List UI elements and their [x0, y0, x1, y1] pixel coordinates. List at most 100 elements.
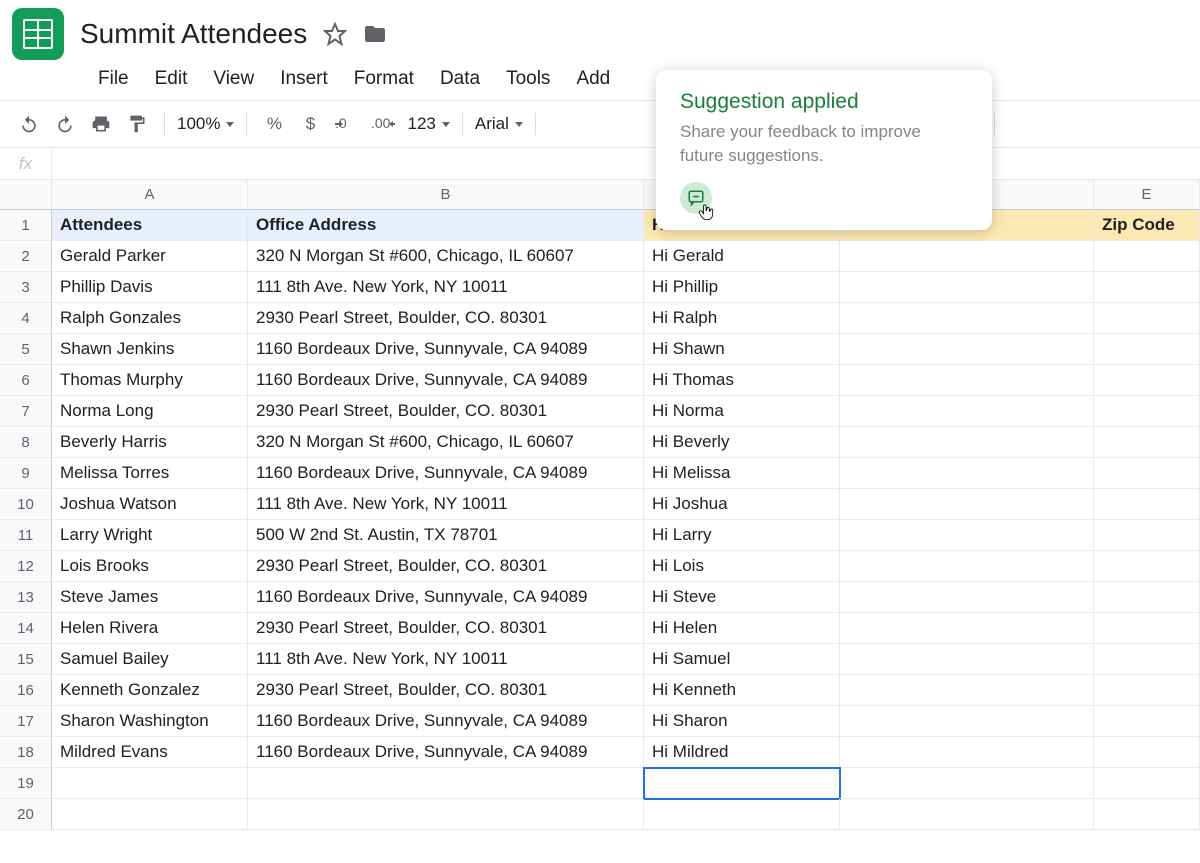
cell[interactable]: Phillip Davis: [52, 272, 248, 303]
cell[interactable]: Helen Rivera: [52, 613, 248, 644]
menu-view[interactable]: View: [213, 68, 254, 90]
menu-tools[interactable]: Tools: [506, 68, 550, 90]
cell[interactable]: Hi Steve: [644, 582, 840, 613]
redo-button[interactable]: [50, 109, 80, 139]
menu-add[interactable]: Add: [576, 68, 610, 90]
star-icon[interactable]: [323, 22, 347, 46]
font-dropdown[interactable]: Arial: [475, 114, 523, 134]
row-header[interactable]: 18: [0, 737, 52, 768]
cell[interactable]: Ralph Gonzales: [52, 303, 248, 334]
row-header[interactable]: 11: [0, 520, 52, 551]
cell[interactable]: Hi Kenneth: [644, 675, 840, 706]
cell[interactable]: [840, 675, 1094, 706]
cell[interactable]: 500 W 2nd St. Austin, TX 78701: [248, 520, 644, 551]
column-header-E[interactable]: E: [1094, 180, 1200, 210]
folder-icon[interactable]: [363, 22, 387, 46]
cell[interactable]: Hi Beverly: [644, 427, 840, 458]
cell[interactable]: Sharon Washington: [52, 706, 248, 737]
column-header-B[interactable]: B: [248, 180, 644, 210]
cell[interactable]: Thomas Murphy: [52, 365, 248, 396]
cell[interactable]: [1094, 768, 1200, 799]
cell[interactable]: 320 N Morgan St #600, Chicago, IL 60607: [248, 241, 644, 272]
cell[interactable]: [1094, 241, 1200, 272]
cell[interactable]: Kenneth Gonzalez: [52, 675, 248, 706]
format-currency-button[interactable]: $: [295, 109, 325, 139]
cell[interactable]: 1160 Bordeaux Drive, Sunnyvale, CA 94089: [248, 582, 644, 613]
select-all-corner[interactable]: [0, 180, 52, 210]
cell[interactable]: Hi Lois: [644, 551, 840, 582]
cell[interactable]: [840, 644, 1094, 675]
cell[interactable]: [248, 799, 644, 830]
cell[interactable]: 1160 Bordeaux Drive, Sunnyvale, CA 94089: [248, 737, 644, 768]
cell[interactable]: 2930 Pearl Street, Boulder, CO. 80301: [248, 303, 644, 334]
menu-data[interactable]: Data: [440, 68, 480, 90]
row-header[interactable]: 13: [0, 582, 52, 613]
format-percent-button[interactable]: %: [259, 109, 289, 139]
cell[interactable]: [1094, 551, 1200, 582]
cell[interactable]: Hi Phillip: [644, 272, 840, 303]
cell[interactable]: [840, 737, 1094, 768]
cell[interactable]: 2930 Pearl Street, Boulder, CO. 80301: [248, 396, 644, 427]
cell[interactable]: Norma Long: [52, 396, 248, 427]
cell[interactable]: Gerald Parker: [52, 241, 248, 272]
cell[interactable]: [52, 799, 248, 830]
row-header[interactable]: 3: [0, 272, 52, 303]
cell[interactable]: [644, 768, 840, 799]
cell[interactable]: [1094, 272, 1200, 303]
cell[interactable]: [1094, 365, 1200, 396]
sheets-logo-icon[interactable]: [12, 8, 64, 60]
row-header[interactable]: 6: [0, 365, 52, 396]
cell[interactable]: [1094, 582, 1200, 613]
cell[interactable]: [840, 706, 1094, 737]
menu-file[interactable]: File: [98, 68, 129, 90]
row-header[interactable]: 4: [0, 303, 52, 334]
cell[interactable]: Hi Thomas: [644, 365, 840, 396]
cell[interactable]: 2930 Pearl Street, Boulder, CO. 80301: [248, 551, 644, 582]
row-header[interactable]: 14: [0, 613, 52, 644]
cell[interactable]: [1094, 799, 1200, 830]
menu-insert[interactable]: Insert: [280, 68, 328, 90]
cell[interactable]: 1160 Bordeaux Drive, Sunnyvale, CA 94089: [248, 706, 644, 737]
cell[interactable]: [840, 520, 1094, 551]
cell[interactable]: Hi Helen: [644, 613, 840, 644]
cell[interactable]: Hi Samuel: [644, 644, 840, 675]
cell[interactable]: [840, 613, 1094, 644]
cell[interactable]: Hi Larry: [644, 520, 840, 551]
cell[interactable]: 111 8th Ave. New York, NY 10011: [248, 489, 644, 520]
cell[interactable]: [840, 396, 1094, 427]
cell[interactable]: Hi Gerald: [644, 241, 840, 272]
cell[interactable]: Lois Brooks: [52, 551, 248, 582]
header-cell[interactable]: Attendees: [52, 210, 248, 241]
cell[interactable]: 2930 Pearl Street, Boulder, CO. 80301: [248, 613, 644, 644]
cell[interactable]: [1094, 489, 1200, 520]
cell[interactable]: [52, 768, 248, 799]
cell[interactable]: Hi Shawn: [644, 334, 840, 365]
paint-format-button[interactable]: [122, 109, 152, 139]
zoom-dropdown[interactable]: 100%: [177, 114, 234, 134]
cell[interactable]: [644, 799, 840, 830]
cell[interactable]: [1094, 458, 1200, 489]
print-button[interactable]: [86, 109, 116, 139]
cell[interactable]: [840, 799, 1094, 830]
cell[interactable]: 2930 Pearl Street, Boulder, CO. 80301: [248, 675, 644, 706]
cell[interactable]: [1094, 675, 1200, 706]
cell[interactable]: Samuel Bailey: [52, 644, 248, 675]
cell[interactable]: [1094, 737, 1200, 768]
cell[interactable]: [840, 334, 1094, 365]
cell[interactable]: Hi Melissa: [644, 458, 840, 489]
row-header[interactable]: 5: [0, 334, 52, 365]
cell[interactable]: 1160 Bordeaux Drive, Sunnyvale, CA 94089: [248, 365, 644, 396]
cell[interactable]: [1094, 520, 1200, 551]
row-header[interactable]: 8: [0, 427, 52, 458]
cell[interactable]: [1094, 613, 1200, 644]
document-title[interactable]: Summit Attendees: [80, 18, 307, 50]
cell[interactable]: [840, 427, 1094, 458]
cell[interactable]: Hi Ralph: [644, 303, 840, 334]
header-cell[interactable]: Zip Code: [1094, 210, 1200, 241]
row-header[interactable]: 2: [0, 241, 52, 272]
cell[interactable]: Steve James: [52, 582, 248, 613]
row-header[interactable]: 15: [0, 644, 52, 675]
cell[interactable]: [840, 272, 1094, 303]
cell[interactable]: Hi Joshua: [644, 489, 840, 520]
cell[interactable]: 320 N Morgan St #600, Chicago, IL 60607: [248, 427, 644, 458]
